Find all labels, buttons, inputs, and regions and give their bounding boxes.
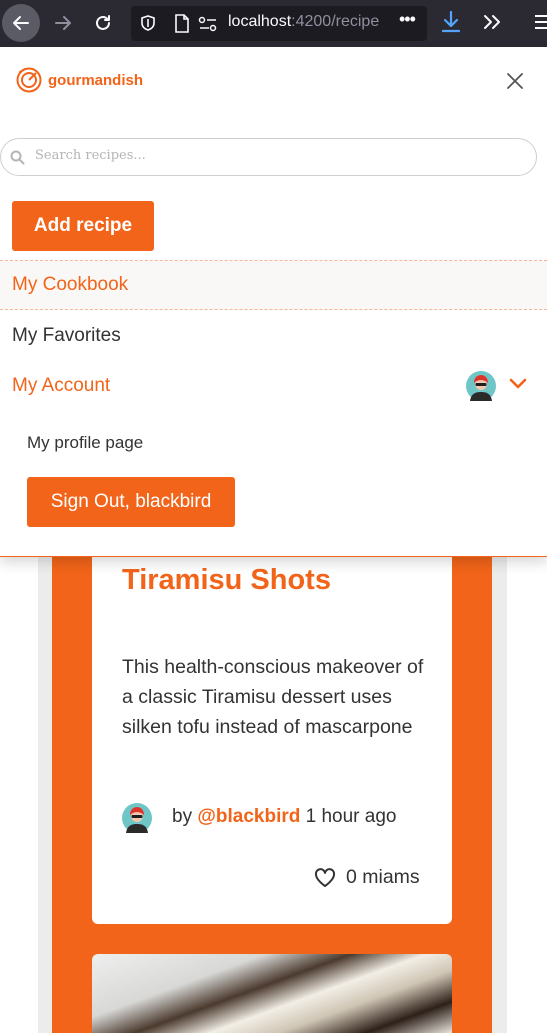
author-link[interactable]: @blackbird [197, 806, 300, 827]
recipe-card-image[interactable] [92, 954, 452, 1033]
likes-count: 0 miams [346, 866, 420, 888]
reload-button[interactable] [84, 4, 122, 42]
add-recipe-button[interactable]: Add recipe [12, 201, 154, 251]
overflow-icon[interactable] [481, 10, 503, 34]
back-button[interactable] [2, 4, 40, 42]
page-icon[interactable] [174, 14, 190, 33]
download-icon[interactable] [440, 10, 462, 34]
nav-item-my-cookbook[interactable]: My Cookbook [0, 260, 547, 310]
nav-item-my-account[interactable]: My Account [0, 361, 547, 411]
search-bar[interactable] [0, 138, 537, 176]
recipe-description: This health-conscious makeover of a clas… [122, 656, 424, 738]
chevron-down-icon[interactable] [509, 378, 527, 390]
search-icon [10, 150, 25, 165]
recipe-card[interactable]: Tiramisu Shots This health-conscious mak… [92, 540, 452, 924]
back-arrow-icon [13, 16, 29, 30]
forward-button[interactable] [44, 4, 82, 42]
sign-out-button[interactable]: Sign Out, blackbird [27, 477, 235, 527]
browser-toolbar: localhost:4200/recipe ••• [0, 0, 547, 47]
url-text[interactable]: localhost:4200/recipe [228, 13, 388, 31]
like-button[interactable]: 0 miams [314, 866, 420, 889]
hamburger-icon[interactable] [535, 14, 547, 30]
page-actions-button[interactable]: ••• [399, 9, 416, 30]
heart-icon[interactable] [314, 867, 336, 888]
url-bar[interactable]: localhost:4200/recipe ••• [131, 6, 427, 41]
reload-icon [96, 15, 110, 30]
close-icon[interactable] [503, 69, 527, 93]
avatar[interactable] [122, 803, 152, 833]
avatar[interactable] [466, 371, 496, 401]
shield-icon[interactable] [139, 14, 157, 32]
logo-text: gourmandish [48, 71, 144, 89]
logo-icon [16, 67, 42, 93]
time-ago: 1 hour ago [305, 806, 397, 827]
recipe-byline: by @blackbird 1 hour ago [172, 806, 397, 828]
nav-item-label: My Cookbook [12, 274, 129, 295]
nav-item-label: My Favorites [12, 325, 121, 346]
logo[interactable]: gourmandish [16, 67, 143, 93]
nav-item-label: My Account [12, 375, 111, 396]
permissions-icon[interactable] [198, 16, 218, 32]
by-prefix: by [172, 806, 193, 827]
nav-menu: gourmandish Add recipe My Cookbook My Fa… [0, 47, 547, 557]
forward-arrow-icon [55, 16, 71, 30]
nav-item-my-favorites[interactable]: My Favorites [0, 311, 547, 361]
search-input[interactable] [35, 148, 515, 163]
recipe-title[interactable]: Tiramisu Shots [122, 564, 331, 597]
my-profile-link[interactable]: My profile page [27, 433, 143, 453]
